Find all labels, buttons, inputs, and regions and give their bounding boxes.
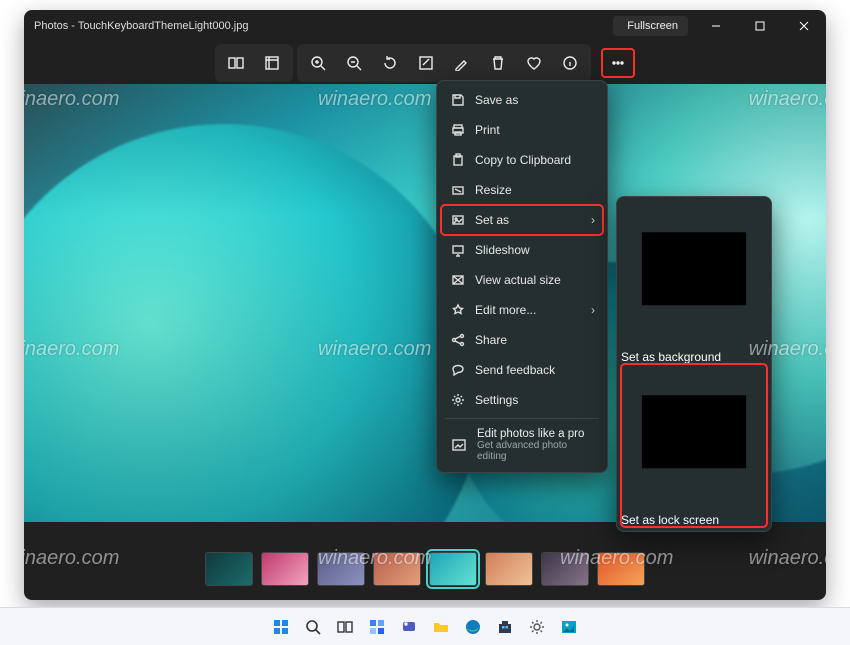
menu-feedback[interactable]: Send feedback: [441, 355, 603, 385]
toolbar: [24, 42, 826, 84]
menu-settings[interactable]: Settings: [441, 385, 603, 415]
fullscreen-button[interactable]: Fullscreen: [613, 16, 688, 36]
thumbnail[interactable]: [485, 552, 533, 586]
store-button[interactable]: [493, 615, 517, 639]
info-icon[interactable]: [553, 48, 587, 78]
menu-slideshow[interactable]: Slideshow: [441, 235, 603, 265]
delete-icon[interactable]: [481, 48, 515, 78]
menu-share[interactable]: Share: [441, 325, 603, 355]
menu-set-as[interactable]: Set as: [441, 205, 603, 235]
taskbar: [0, 607, 850, 645]
more-button[interactable]: [601, 48, 635, 78]
zoom-in-icon[interactable]: [301, 48, 335, 78]
filmstrip: [24, 552, 826, 586]
thumbnail[interactable]: [541, 552, 589, 586]
window-title: Photos - TouchKeyboardThemeLight000.jpg: [34, 20, 613, 32]
toolbar-group-right: [297, 44, 591, 82]
fullscreen-label: Fullscreen: [627, 20, 678, 32]
photos-app-button[interactable]: [557, 615, 581, 639]
draw-icon[interactable]: [445, 48, 479, 78]
menu-actual-size[interactable]: View actual size: [441, 265, 603, 295]
widgets-button[interactable]: [365, 615, 389, 639]
menu-copy-clipboard[interactable]: Copy to Clipboard: [441, 145, 603, 175]
menu-edit-more[interactable]: Edit more...: [441, 295, 603, 325]
thumbnail[interactable]: [317, 552, 365, 586]
rotate-icon[interactable]: [373, 48, 407, 78]
crop-icon[interactable]: [255, 48, 289, 78]
toolbar-group-left: [215, 44, 293, 82]
favorite-icon[interactable]: [517, 48, 551, 78]
menu-resize[interactable]: Resize: [441, 175, 603, 205]
photos-app-window: Photos - TouchKeyboardThemeLight000.jpg …: [24, 10, 826, 600]
menu-print[interactable]: Print: [441, 115, 603, 145]
markup-icon[interactable]: [409, 48, 443, 78]
teams-button[interactable]: [397, 615, 421, 639]
taskview-button[interactable]: [333, 615, 357, 639]
close-button[interactable]: [782, 10, 826, 42]
thumbnail[interactable]: [373, 552, 421, 586]
menu-promo[interactable]: Edit photos like a pro Get advanced phot…: [441, 422, 603, 468]
settings-button[interactable]: [525, 615, 549, 639]
menu-separator: [445, 418, 599, 419]
thumbnail[interactable]: [261, 552, 309, 586]
thumbnail[interactable]: [205, 552, 253, 586]
thumbnail-selected[interactable]: [429, 552, 477, 586]
thumbnail[interactable]: [597, 552, 645, 586]
title-bar: Photos - TouchKeyboardThemeLight000.jpg …: [24, 10, 826, 42]
maximize-button[interactable]: [738, 10, 782, 42]
menu-save-as[interactable]: Save as: [441, 85, 603, 115]
submenu-set-background[interactable]: Set as background: [621, 201, 767, 364]
minimize-button[interactable]: [694, 10, 738, 42]
start-button[interactable]: [269, 615, 293, 639]
compare-icon[interactable]: [219, 48, 253, 78]
submenu-set-lockscreen[interactable]: Set as lock screen: [621, 364, 767, 527]
edge-button[interactable]: [461, 615, 485, 639]
explorer-button[interactable]: [429, 615, 453, 639]
more-menu: Save as Print Copy to Clipboard Resize S…: [436, 80, 608, 473]
zoom-out-icon[interactable]: [337, 48, 371, 78]
search-button[interactable]: [301, 615, 325, 639]
set-as-submenu: Set as background Set as lock screen: [616, 196, 772, 532]
